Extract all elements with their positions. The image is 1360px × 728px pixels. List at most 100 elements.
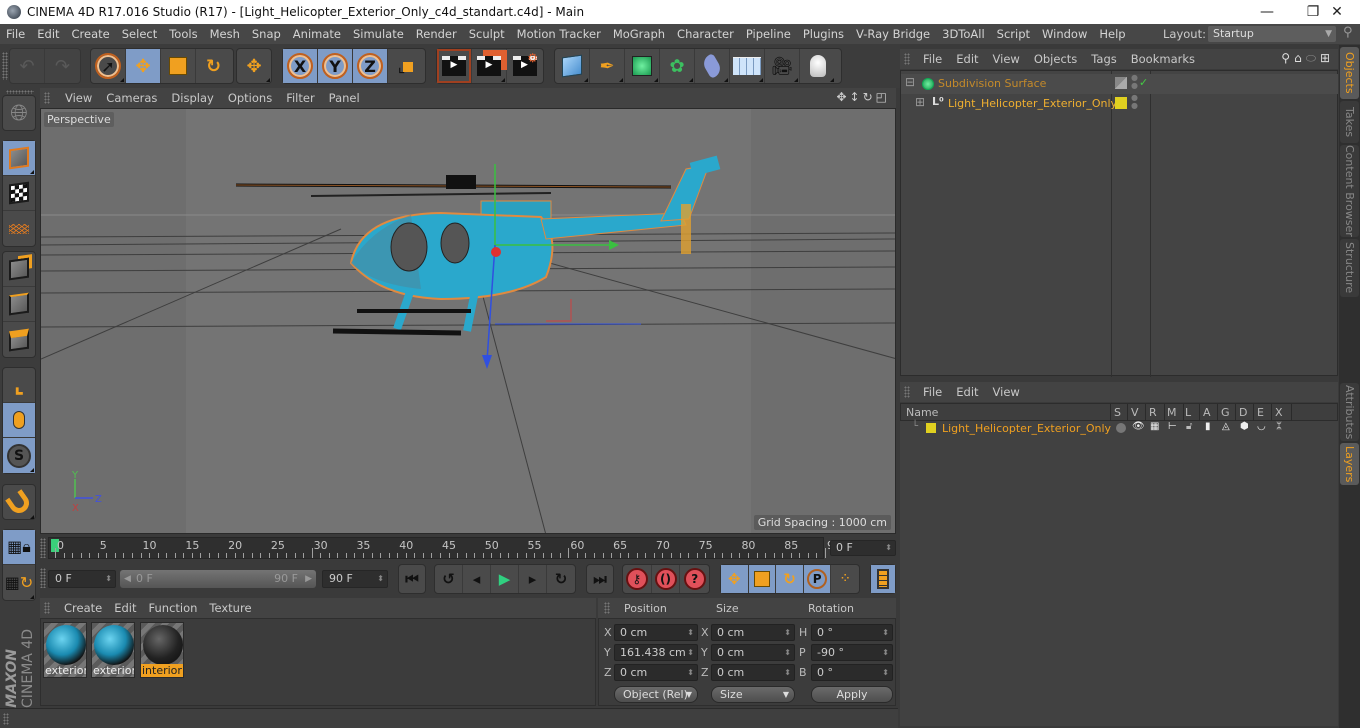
rotate-view-icon[interactable]: ↻ [863, 90, 876, 104]
expression-icon[interactable]: ◡ [1257, 421, 1266, 432]
menu-help[interactable]: Help [1093, 27, 1131, 41]
y-axis-button[interactable]: Y [318, 49, 353, 83]
spinner-icon[interactable]: ⬍ [882, 625, 889, 640]
render-to-picture-viewer-button[interactable]: ▶ [472, 49, 507, 83]
objects-menu-view[interactable]: View [986, 52, 1027, 66]
menu-plugins[interactable]: Plugins [797, 27, 850, 41]
palette-grip[interactable] [6, 90, 34, 94]
scale-tool-button[interactable] [161, 49, 196, 83]
make-editable-button[interactable]: 🌐︎ [3, 96, 35, 131]
column-render[interactable]: R [1149, 406, 1157, 419]
solo-button[interactable]: S [3, 438, 35, 473]
model-mode-button[interactable] [3, 141, 35, 176]
xref-icon[interactable]: ᛯ [1276, 421, 1282, 432]
menu-simulate[interactable]: Simulate [347, 27, 410, 41]
recent-tool-button[interactable]: ✥ [237, 49, 271, 83]
material-menu-edit[interactable]: Edit [108, 601, 142, 615]
menu-pipeline[interactable]: Pipeline [740, 27, 797, 41]
range-right-arrow-icon[interactable]: ▶ [305, 570, 312, 588]
z-axis-button[interactable]: Z [353, 49, 388, 83]
maximize-view-icon[interactable]: ◰ [876, 90, 890, 104]
tweak-mode-button[interactable] [3, 403, 35, 438]
objects-menu-tags[interactable]: Tags [1084, 52, 1123, 66]
spinner-icon[interactable]: ⬍ [377, 571, 384, 587]
material-exterior-2[interactable]: exterior_ [91, 622, 135, 678]
column-xref[interactable]: X [1275, 406, 1283, 419]
column-manager[interactable]: M [1167, 406, 1177, 419]
menu-character[interactable]: Character [671, 27, 740, 41]
viewport-menu-filter[interactable]: Filter [279, 91, 321, 105]
layers-menu-file[interactable]: File [916, 385, 949, 399]
column-locked[interactable]: L [1185, 406, 1191, 419]
size-y-field[interactable]: 0 cm ⬍ [711, 644, 795, 661]
move-view-icon[interactable]: ✥ [836, 90, 849, 104]
tab-objects[interactable]: Objects [1340, 47, 1359, 99]
autokey-button[interactable]: () [652, 565, 681, 593]
object-name[interactable]: Subdivision Surface [938, 77, 1046, 90]
tab-layers[interactable]: Layers [1340, 443, 1359, 485]
lock-workplane-button[interactable]: ▦🔒︎ [3, 530, 35, 565]
menu-3dtoall[interactable]: 3DToAll [936, 27, 991, 41]
viewport-menu-options[interactable]: Options [221, 91, 279, 105]
layer-color-swatch[interactable] [1115, 97, 1127, 109]
animation-icon[interactable]: ▮ [1205, 421, 1211, 432]
cube-button[interactable] [555, 49, 590, 83]
camera-button[interactable]: 🎥︎ [765, 49, 800, 83]
layers-menu-view[interactable]: View [986, 385, 1027, 399]
tab-takes[interactable]: Takes [1340, 101, 1359, 143]
coordinate-mode-select[interactable]: Object (Rel) ▼ [614, 686, 698, 703]
generator-toggle-icon[interactable] [1115, 77, 1127, 89]
live-selection-button[interactable]: ➚ [91, 49, 126, 83]
minimize-button[interactable]: — [1244, 0, 1290, 24]
viewport-menu-display[interactable]: Display [164, 91, 220, 105]
size-x-field[interactable]: 0 cm ⬍ [711, 624, 795, 641]
home-icon[interactable]: ⌂ [1294, 51, 1306, 65]
menu-motion-tracker[interactable]: Motion Tracker [511, 27, 607, 41]
current-frame-field[interactable]: 0 F ⬍ [830, 540, 896, 556]
object-row-helicopter[interactable]: ⊞ L⁰ Light_Helicopter_Exterior_Only ● ● [901, 94, 1338, 114]
viewport-menu-cameras[interactable]: Cameras [99, 91, 164, 105]
column-expressions[interactable]: E [1257, 406, 1264, 419]
position-y-field[interactable]: 161.438 cm ⬍ [614, 644, 698, 661]
previous-frame-button[interactable]: ◂ [463, 565, 491, 593]
redo-button[interactable]: ↷ [45, 49, 80, 83]
rotation-h-field[interactable]: 0 ° ⬍ [811, 624, 893, 641]
column-generators[interactable]: G [1221, 406, 1230, 419]
floor-button[interactable] [730, 49, 765, 83]
render-view-button[interactable]: ▶ [437, 49, 472, 83]
menu-create[interactable]: Create [66, 27, 116, 41]
visibility-dots-icon[interactable]: ● ● [1131, 74, 1138, 90]
menu-mograph[interactable]: MoGraph [607, 27, 671, 41]
column-view[interactable]: V [1131, 406, 1139, 419]
apply-button[interactable]: Apply [811, 686, 893, 703]
points-mode-button[interactable] [3, 252, 35, 287]
pen-spline-button[interactable]: ✒ [590, 49, 625, 83]
move-tool-button[interactable]: ✥ [126, 49, 161, 83]
position-z-field[interactable]: 0 cm ⬍ [614, 664, 698, 681]
viewport-grip[interactable] [44, 92, 50, 104]
tab-content-browser[interactable]: Content Browser [1340, 145, 1359, 237]
manager-hierarchy-icon[interactable]: ⊢ [1168, 421, 1177, 432]
material-menu-function[interactable]: Function [143, 601, 204, 615]
key-parameter-button[interactable]: P [803, 565, 832, 593]
rotate-tool-button[interactable]: ↻ [196, 49, 231, 83]
tab-structure[interactable]: Structure [1340, 239, 1359, 297]
goto-end-button[interactable]: ⏭ [587, 565, 613, 593]
search-icon[interactable]: ⚲ [1281, 51, 1294, 65]
key-pla-button[interactable]: ⁘ [831, 565, 859, 593]
workplane-mode-button[interactable] [3, 211, 35, 246]
edges-mode-button[interactable] [3, 287, 35, 322]
layer-row[interactable]: └ Light_Helicopter_Exterior_Only 👁︎ ▦ ⊢ … [900, 421, 1337, 437]
camera-label[interactable]: Perspective [44, 112, 114, 127]
menu-snap[interactable]: Snap [246, 27, 287, 41]
play-button[interactable]: ▶ [491, 565, 519, 593]
view-eye-icon[interactable]: 👁︎ [1132, 421, 1145, 432]
cloner-button[interactable]: ✿ [660, 49, 695, 83]
material-interior[interactable]: interior [140, 622, 184, 678]
timeline-ruler[interactable]: 051015202530354045505560657075808590 [48, 537, 841, 559]
column-deformers[interactable]: D [1239, 406, 1247, 419]
menu-file[interactable]: File [0, 27, 31, 41]
material-grip[interactable] [44, 602, 50, 614]
deformer-icon[interactable]: ⬢ [1240, 421, 1249, 432]
material-menu-texture[interactable]: Texture [203, 601, 257, 615]
